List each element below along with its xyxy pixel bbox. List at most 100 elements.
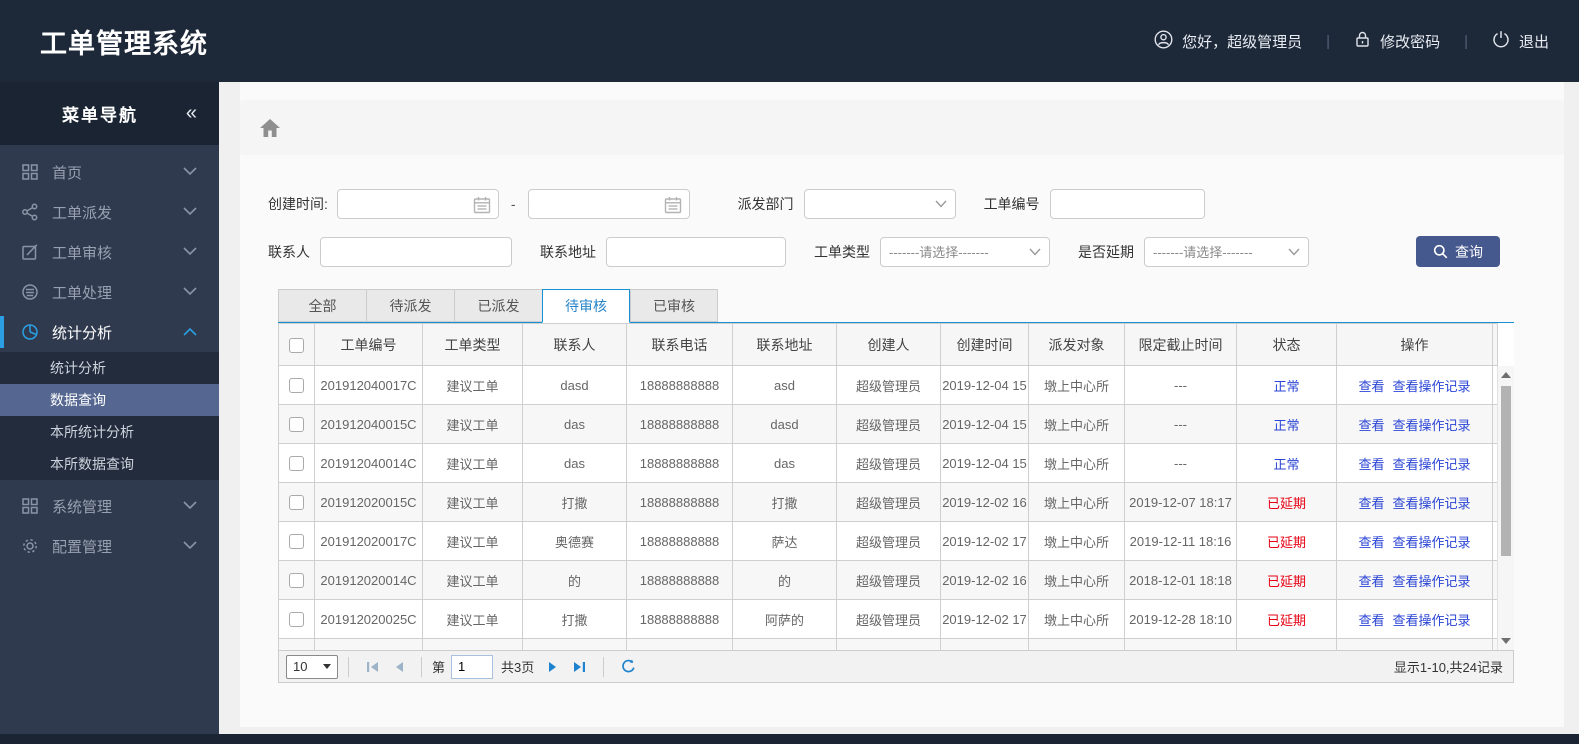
cell-status: 已延期 — [1236, 560, 1337, 600]
cell-phone: 18888888888 — [626, 365, 733, 405]
page-number-input[interactable] — [451, 654, 494, 679]
row-checkbox[interactable] — [289, 378, 304, 394]
sidebar-item-statistics[interactable]: 统计分析 — [0, 312, 219, 352]
is-delayed-label: 是否延期 — [1078, 243, 1134, 260]
cell-order_no: 201912040014C — [314, 443, 423, 483]
cell-created: 2019-12-02 16 — [940, 560, 1029, 600]
prev-page-button[interactable] — [394, 661, 404, 673]
sidebar-item-system[interactable]: 系统管理 — [0, 486, 219, 526]
refresh-button[interactable] — [621, 659, 636, 674]
cell-phone — [626, 638, 733, 650]
action-link[interactable]: 查看操作记录 — [1393, 613, 1471, 628]
action-link[interactable]: 查看 — [1358, 574, 1384, 589]
sidebar-item-config[interactable]: 配置管理 — [0, 526, 219, 566]
contact-input[interactable] — [320, 236, 512, 267]
cell-created: 2019-12-04 15 — [940, 404, 1029, 444]
change-password-button[interactable]: 修改密码 — [1354, 30, 1440, 52]
tab-pending-dispatch[interactable]: 待派发 — [366, 289, 454, 322]
next-page-button[interactable] — [548, 661, 558, 673]
order-no-label: 工单编号 — [983, 196, 1040, 212]
sidebar-item-label: 系统管理 — [52, 498, 113, 516]
table-scrollbar[interactable] — [1497, 366, 1514, 650]
tab-pending-review[interactable]: 待审核 — [542, 289, 630, 323]
breadcrumb — [240, 100, 1564, 155]
row-checkbox[interactable] — [289, 534, 304, 550]
cell-address: asd — [732, 365, 837, 405]
page-size-select[interactable]: 10 — [286, 654, 338, 679]
action-link[interactable]: 查看操作记录 — [1393, 535, 1471, 550]
checkbox-cell — [278, 560, 315, 600]
pagination-bar: 10 第 共3页 显示1-10,共24记录 — [278, 650, 1514, 683]
table-body: 201912040017C 建议工单 dasd 18888888888 asd 超级管理员… — [278, 365, 1498, 650]
order-type-label: 工单类型 — [814, 243, 870, 260]
sidebar-collapse-icon[interactable]: « — [186, 102, 197, 125]
action-link[interactable]: 查看操作记录 — [1393, 379, 1471, 394]
tab-dispatched[interactable]: 已派发 — [454, 289, 542, 322]
home-icon[interactable] — [259, 118, 281, 138]
col-header: 限定截止时间 — [1124, 323, 1237, 366]
row-checkbox[interactable] — [289, 495, 304, 511]
first-page-button[interactable] — [366, 661, 380, 673]
action-link[interactable]: 查看操作记录 — [1393, 457, 1471, 472]
col-header: 创建人 — [836, 323, 941, 366]
cell-created: 2019-12-04 15 — [940, 443, 1029, 483]
submenu-item-data-query[interactable]: 数据查询 — [0, 384, 219, 416]
table-row: 201912020014C 建议工单的 18888888888 的超级管理员 2019-… — [278, 560, 1498, 600]
cell-created: 2019-12-02 16 — [940, 482, 1029, 522]
tab-reviewed[interactable]: 已审核 — [630, 289, 718, 322]
row-checkbox[interactable] — [289, 612, 304, 628]
col-header: 联系人 — [522, 323, 627, 366]
scroll-up-icon[interactable] — [1501, 372, 1511, 378]
row-checkbox[interactable] — [289, 573, 304, 589]
submenu-item-statistics[interactable]: 统计分析 — [0, 352, 219, 384]
select-all-checkbox[interactable] — [289, 337, 304, 353]
cell-phone: 18888888888 — [626, 482, 733, 522]
cell-created: 2019-12-02 17 — [940, 599, 1029, 639]
tab-all[interactable]: 全部 — [278, 289, 366, 322]
action-link[interactable]: 查看操作记录 — [1393, 496, 1471, 511]
work-order-table: 工单编号 工单类型 联系人 联系电话 联系地址 创建人 创建时间 派发对象 限定… — [278, 323, 1498, 650]
action-link[interactable]: 查看 — [1358, 457, 1384, 472]
pager-divider — [421, 656, 422, 677]
cell-contact: das — [522, 404, 627, 444]
action-link[interactable]: 查看 — [1358, 379, 1384, 394]
row-checkbox[interactable] — [289, 417, 304, 433]
cell-deadline: --- — [1124, 365, 1237, 405]
last-page-button[interactable] — [572, 661, 586, 673]
chevron-down-icon — [1288, 248, 1300, 256]
logout-button[interactable]: 退出 — [1492, 30, 1549, 52]
order-no-input[interactable] — [1049, 189, 1205, 219]
sidebar-item-review[interactable]: 工单审核 — [0, 232, 219, 272]
user-greeting[interactable]: 您好，超级管理员 — [1154, 29, 1302, 53]
cell-actions: 查看 查看操作记录 — [1336, 443, 1493, 483]
scroll-down-icon[interactable] — [1501, 638, 1511, 644]
page-prefix-label: 第 — [432, 660, 446, 675]
dispatch-dept-select[interactable] — [803, 189, 956, 219]
cell-order_no: 201912040017C — [314, 365, 423, 405]
search-button[interactable]: 查询 — [1416, 236, 1500, 267]
sidebar-item-dispatch[interactable]: 工单派发 — [0, 192, 219, 232]
cell-contact: das — [522, 443, 627, 483]
contact-address-input[interactable] — [606, 236, 786, 267]
is-delayed-select[interactable]: -------请选择------- — [1144, 236, 1309, 267]
calendar-icon[interactable] — [473, 196, 491, 214]
action-link[interactable]: 查看 — [1358, 535, 1384, 550]
action-link[interactable]: 查看 — [1358, 418, 1384, 433]
select-all-cell — [278, 323, 315, 366]
cell-creator — [836, 638, 941, 650]
sidebar-item-process[interactable]: 工单处理 — [0, 272, 219, 312]
action-link[interactable]: 查看 — [1358, 613, 1384, 628]
cell-phone: 18888888888 — [626, 560, 733, 600]
row-checkbox[interactable] — [289, 456, 304, 472]
chevron-down-icon — [323, 664, 331, 669]
action-link[interactable]: 查看 — [1358, 496, 1384, 511]
action-link[interactable]: 查看操作记录 — [1393, 574, 1471, 589]
scrollbar-thumb[interactable] — [1501, 386, 1511, 556]
action-link[interactable]: 查看操作记录 — [1393, 418, 1471, 433]
submenu-item-local-data-query[interactable]: 本所数据查询 — [0, 448, 219, 480]
order-type-select[interactable]: -------请选择------- — [880, 236, 1050, 267]
cell-actions: 查看 查看操作记录 — [1336, 482, 1493, 522]
submenu-item-local-statistics[interactable]: 本所统计分析 — [0, 416, 219, 448]
calendar-icon[interactable] — [664, 196, 682, 214]
sidebar-item-home[interactable]: 首页 — [0, 152, 219, 192]
